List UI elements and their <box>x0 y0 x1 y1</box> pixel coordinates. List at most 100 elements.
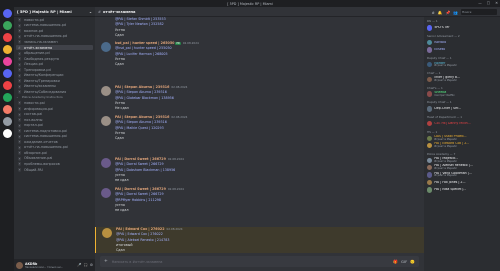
channel-item[interactable]: ⦿ запись-на-экзамен <box>14 39 95 45</box>
member-item[interactable]: PAI | Edward Cox | 2... Играет в Majestic <box>424 142 500 149</box>
avatar[interactable] <box>101 158 111 168</box>
avatar[interactable] <box>101 116 111 126</box>
member-item[interactable]: DAS | Ssabi Phoeb... Играет в Majestic <box>424 135 500 142</box>
plus-icon[interactable]: + <box>104 259 108 264</box>
member-item[interactable]: Sheeba Смотрит Netflix <box>424 90 500 97</box>
avatar[interactable] <box>102 228 112 238</box>
member-item[interactable]: chief | gleny b... Играет в Majestic <box>424 76 500 83</box>
avatar <box>427 39 433 46</box>
avatar <box>427 47 433 53</box>
member-item[interactable]: Norder Играет в Majestic <box>424 61 500 68</box>
message-group[interactable]: @PAI | Stefan Shmidt | 253553 @PAI | Tyle… <box>95 17 424 38</box>
server-icon[interactable] <box>2 69 12 78</box>
channel-item[interactable]: ⦿ Общий-PAI <box>14 167 95 173</box>
channel-label: ожидание-отчетов <box>24 139 58 144</box>
member-activity: Играет в Majestic <box>434 137 458 141</box>
gif-button[interactable]: GIF <box>401 259 407 264</box>
avatar[interactable] <box>101 188 111 198</box>
member-item[interactable]: PAI | Vano Goodman |... Играет в Majestic <box>424 171 500 178</box>
message-author[interactable]: PAI | Edward Cox | 276022 <box>116 227 164 231</box>
members-icon[interactable]: 👥 <box>453 10 458 15</box>
guild-header[interactable]: [ 5PD ] Majestic RP | Miami ⌄ <box>14 7 95 17</box>
message-author[interactable]: PAI | Dorral Sweet | 266729 <box>115 157 166 161</box>
close-button[interactable]: ✕ <box>495 1 498 5</box>
channel-label: система-повышения-pai <box>24 134 67 139</box>
member-activity: Играет в Majestic <box>434 159 458 163</box>
server-icon[interactable] <box>2 81 12 90</box>
member-item[interactable]: Kordolo <box>424 39 500 46</box>
server-icon[interactable] <box>2 57 12 66</box>
message-group[interactable]: PAI | Dorral Sweet | 266729 02.08.2024 @PA… <box>95 187 424 213</box>
member-item[interactable]: PAI | Nika Spellet |... <box>424 186 500 193</box>
avatar[interactable] <box>101 42 111 52</box>
avatar <box>427 187 433 193</box>
server-icon[interactable] <box>2 105 12 114</box>
avatar[interactable] <box>16 261 23 269</box>
search-input[interactable]: Поиск <box>461 9 497 15</box>
avatar <box>427 135 433 141</box>
message-group[interactable]: PAI | Stepan Aburna | 239316 02.08.2024 @P… <box>95 115 424 141</box>
member-item[interactable]: 5PD’S Ter <box>424 24 500 31</box>
channel-label: Тренировки-pd <box>24 67 51 72</box>
channel-list: ⦿ новости-pd ⦿ система-повышения-pd ⦿ важное-… <box>14 17 95 172</box>
member-item[interactable]: Eliseko <box>424 46 500 53</box>
message-group[interactable]: PAI | Dorral Sweet | 266729 02.08.2024 @PA… <box>95 157 424 183</box>
member-item[interactable]: PAI | Majestic... Играет в Majestic <box>424 157 500 164</box>
member-info: Dep.Chief | Ser... <box>434 107 461 111</box>
pin-icon[interactable]: 📌 <box>446 10 451 15</box>
maximize-button[interactable]: □ <box>487 1 490 5</box>
title-bar: [ 5PD ] Majestic RP | Miami — □ ✕ <box>0 0 500 7</box>
emoji-icon[interactable]: 🙂 <box>410 259 415 264</box>
message-timestamp: 02.08.2024 <box>182 41 199 45</box>
channel-label: портал-pai <box>24 123 44 128</box>
channel-label: обзорное-pai <box>24 150 47 155</box>
headphones-icon[interactable]: 🎧 <box>84 263 88 267</box>
message-author[interactable]: PAI | Stepan Aburna | 239316 <box>115 85 169 89</box>
server-icon[interactable] <box>2 129 12 138</box>
header-tools: # 🔔 📌 👥 Поиск <box>424 7 500 17</box>
channel-label: новости-pai <box>24 100 45 105</box>
channel-label: Ивенты/Тренировки <box>24 78 60 83</box>
avatar <box>427 120 433 127</box>
server-icon[interactable] <box>2 117 12 126</box>
user-status: Заказали мои... только ни... <box>25 265 64 269</box>
server-icon[interactable] <box>2 9 12 18</box>
gear-icon[interactable]: ⚙ <box>90 263 93 267</box>
channel-label: Лекции-pd <box>24 62 43 67</box>
server-icon[interactable] <box>2 93 12 102</box>
gift-icon[interactable]: 🎁 <box>393 259 398 264</box>
bell-icon[interactable]: 🔔 <box>438 10 443 15</box>
member-item[interactable]: Dep.Chief | Ser... <box>424 105 500 112</box>
message-author[interactable]: ksd_pai | hunter speed | 265050 <box>115 41 174 45</box>
message-text: Сдал <box>115 136 124 141</box>
channel-label: отчёт-на-повышения-pai <box>24 145 68 150</box>
channel-header: # отчёт-экзамена <box>95 7 424 17</box>
avatar[interactable] <box>101 86 111 96</box>
toolbar-icons: # 🔔 📌 👥 Поиск <box>432 9 497 15</box>
message-input[interactable]: Написать в #отчёт-экзамена <box>112 260 163 264</box>
threads-icon[interactable]: # <box>432 10 435 15</box>
member-item[interactable]: PAI | Aleksei Renesto |... Играет в Majes… <box>424 164 500 171</box>
message-author[interactable]: PAI | Dorral Sweet | 266729 <box>115 187 166 191</box>
message-group[interactable]: PAI | Edward Cox | 276022 02.08.2024 @PAI … <box>95 227 424 253</box>
server-icon[interactable] <box>2 21 12 30</box>
microphone-icon[interactable]: 🎤 <box>77 263 81 267</box>
avatar <box>427 164 433 171</box>
member-activity: Играет в Majestic <box>434 78 458 82</box>
message-group[interactable]: PAI | Stepan Aburna | 239316 02.08.2024 @P… <box>95 85 424 111</box>
member-item[interactable]: PAI | Fox Jones | 2... <box>424 179 500 186</box>
message-group[interactable]: ksd_pai | hunter speed | 265050 PD 02.08.2… <box>95 41 424 67</box>
server-icon[interactable] <box>2 45 12 54</box>
server-icon[interactable] <box>2 33 12 42</box>
message-text: Сдал <box>115 62 124 67</box>
composer-tools: 🎁 GIF 🙂 <box>393 259 415 264</box>
channel-label: система-подготовки-pai <box>24 128 68 133</box>
message-author[interactable]: PAI | Stepan Aburna | 239316 <box>115 115 169 119</box>
guild-name: [ 5PD ] Majestic RP | Miami <box>17 9 72 14</box>
member-activity: Смотрит Netflix <box>434 93 455 97</box>
member-item[interactable]: Col. HE| Danny Millin... <box>424 120 500 127</box>
minimize-button[interactable]: — <box>478 1 482 5</box>
message-composer[interactable]: + Написать в #отчёт-экзамена 🎁 GIF 🙂 <box>100 256 419 267</box>
avatar <box>427 106 433 112</box>
member-info: PAI | Nika Spellet |... <box>434 188 466 192</box>
